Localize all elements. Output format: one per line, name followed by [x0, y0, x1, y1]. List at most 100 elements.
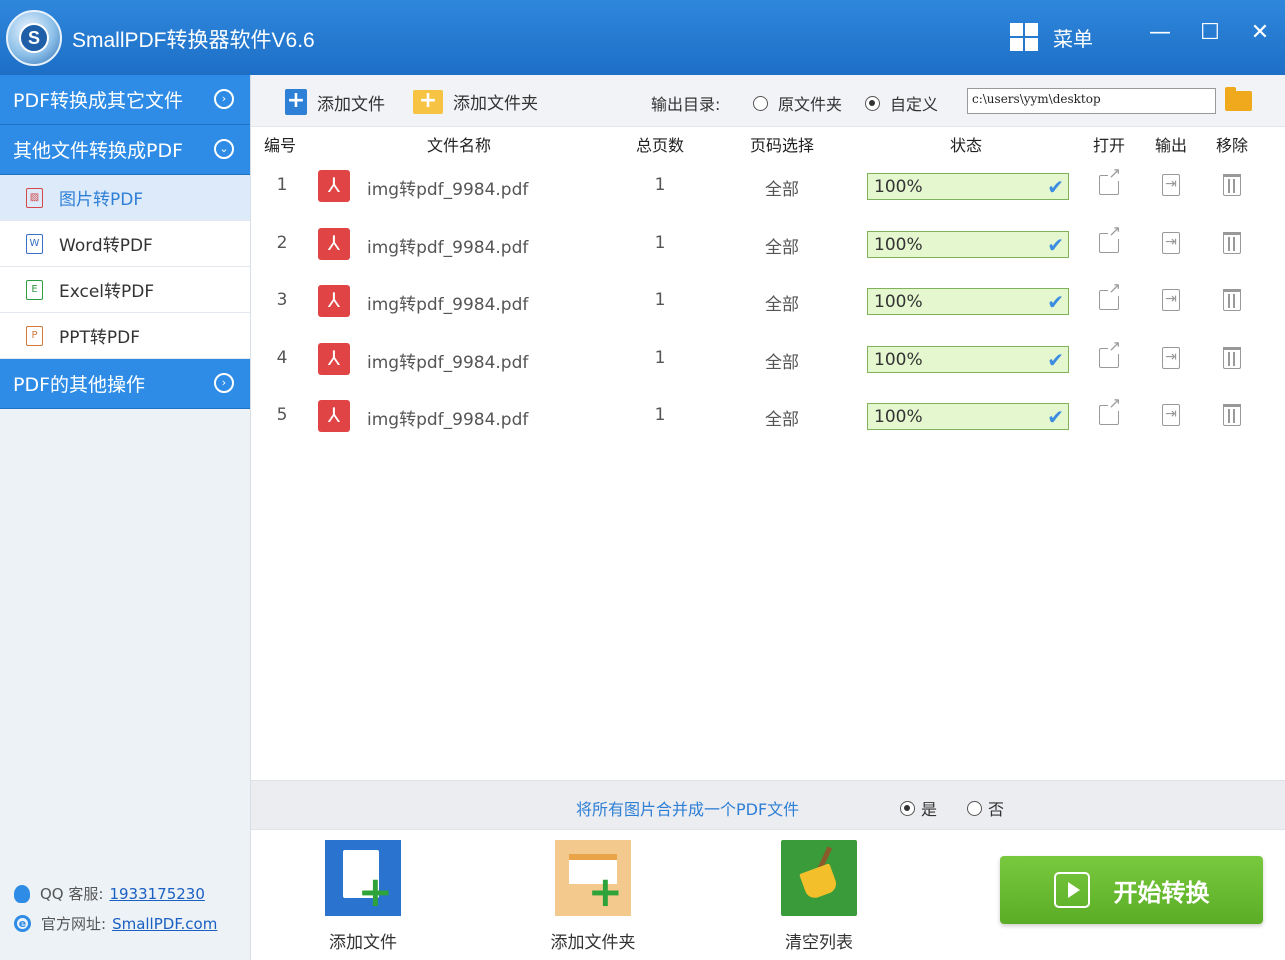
sidebar-section-label: 其他文件转换成PDF — [13, 140, 184, 162]
trash-icon[interactable] — [1223, 174, 1241, 196]
menu-button[interactable]: 菜单 — [1010, 20, 1093, 54]
sidebar-section-pdf-other-ops[interactable]: PDF的其他操作 › — [0, 359, 250, 409]
row-page-range[interactable]: 全部 — [765, 290, 799, 315]
maximize-button[interactable]: ☐ — [1195, 18, 1225, 48]
export-icon[interactable]: ⇥ — [1162, 346, 1180, 369]
header-range: 页码选择 — [749, 136, 815, 155]
minimize-button[interactable]: — — [1145, 18, 1175, 48]
output-dir-label: 输出目录: — [651, 95, 721, 114]
radio-circle — [753, 95, 768, 111]
header-status: 状态 — [949, 136, 983, 155]
qq-number-link[interactable]: 1933175230 — [109, 885, 204, 903]
add-folder-button[interactable]: + 添加文件夹 — [413, 89, 538, 114]
row-page-range[interactable]: 全部 — [765, 175, 799, 200]
sidebar-section-label: PDF的其他操作 — [13, 374, 146, 396]
add-folder-icon: + — [413, 89, 443, 114]
trash-icon[interactable] — [1223, 289, 1241, 311]
row-progress-text: 100% — [874, 292, 923, 312]
trash-icon[interactable] — [1223, 346, 1241, 369]
add-file-icon: + — [325, 840, 401, 916]
merge-no-radio[interactable]: 否 — [967, 796, 1004, 820]
row-progress-bar: 100% ✔ — [867, 230, 1069, 258]
output-path-input[interactable]: c:\users\yym\desktop — [967, 88, 1216, 114]
row-number: 5 — [276, 405, 288, 425]
sidebar-item-excel-to-pdf[interactable]: E Excel转PDF — [0, 267, 250, 313]
export-icon[interactable]: ⇥ — [1162, 289, 1180, 311]
table-header: 编号 文件名称 总页数 页码选择 状态 打开 输出 移除 — [251, 127, 1285, 157]
output-custom-radio[interactable]: 自定义 — [865, 91, 938, 115]
word-file-icon: W — [26, 233, 43, 254]
add-folder-label: 添加文件夹 — [453, 94, 538, 114]
open-external-icon[interactable] — [1099, 223, 1121, 253]
excel-file-icon: E — [26, 279, 43, 300]
open-external-icon[interactable] — [1099, 338, 1121, 368]
sidebar-item-ppt-to-pdf[interactable]: P PPT转PDF — [0, 313, 250, 359]
row-page-count: 1 — [654, 347, 666, 368]
qq-support: QQ 客服: 1933175230 — [14, 883, 205, 904]
add-file-icon: + — [285, 88, 307, 115]
row-file-name: img转pdf_9984.pdf — [367, 410, 529, 430]
radio-circle-selected — [865, 95, 880, 111]
row-number: 4 — [276, 347, 288, 368]
sidebar-section-pdf-to-other[interactable]: PDF转换成其它文件 › — [0, 75, 250, 125]
row-progress-text: 100% — [874, 349, 923, 370]
export-icon[interactable]: ⇥ — [1162, 174, 1180, 196]
sidebar-section-other-to-pdf[interactable]: 其他文件转换成PDF ⌄ — [0, 125, 250, 175]
add-file-button[interactable]: + 添加文件 — [285, 89, 385, 115]
row-progress-text: 100% — [874, 407, 923, 427]
row-page-count: 1 — [654, 290, 666, 310]
table-row[interactable]: 4 ⅄ img转pdf_9984.pdf 1 全部 100% ✔ ⇥ — [251, 330, 1285, 387]
ppt-file-icon: P — [26, 325, 43, 346]
table-row[interactable]: 1 ⅄ img转pdf_9984.pdf 1 全部 100% ✔ ⇥ — [251, 157, 1285, 214]
trash-icon[interactable] — [1223, 404, 1241, 426]
pdf-file-icon: ⅄ — [318, 227, 350, 260]
open-external-icon[interactable] — [1099, 396, 1121, 425]
open-external-icon[interactable] — [1099, 166, 1121, 195]
pdf-file-icon: ⅄ — [318, 285, 350, 317]
open-external-icon[interactable] — [1099, 281, 1121, 310]
table-row[interactable]: 3 ⅄ img转pdf_9984.pdf 1 全部 100% ✔ ⇥ — [251, 272, 1285, 329]
bottom-add-folder-button[interactable]: + 添加文件夹 — [538, 840, 648, 953]
check-icon: ✔ — [1047, 232, 1064, 257]
table-row[interactable]: 5 ⅄ img转pdf_9984.pdf 1 全部 100% ✔ ⇥ — [251, 387, 1285, 444]
sidebar-item-label: Excel转PDF — [59, 282, 155, 302]
pdf-file-icon: ⅄ — [318, 170, 350, 202]
sidebar-item-label: PPT转PDF — [59, 328, 141, 348]
row-number: 1 — [276, 175, 288, 195]
bottom-add-file-button[interactable]: + 添加文件 — [308, 840, 418, 953]
pdf-file-icon: ⅄ — [318, 400, 350, 432]
trash-icon[interactable] — [1223, 231, 1241, 254]
sidebar-item-label: 图片转PDF — [59, 190, 144, 210]
app-title: SmallPDF转换器软件V6.6 — [72, 29, 315, 52]
radio-circle-selected — [900, 800, 915, 816]
row-page-range[interactable]: 全部 — [765, 405, 799, 430]
row-number: 3 — [276, 290, 288, 310]
row-page-range[interactable]: 全部 — [765, 348, 799, 373]
row-file-name: img转pdf_9984.pdf — [367, 180, 529, 200]
radio-label: 是 — [921, 800, 938, 819]
sidebar-item-word-to-pdf[interactable]: W Word转PDF — [0, 221, 250, 267]
row-progress-bar: 100% ✔ — [867, 345, 1069, 373]
row-progress-bar: 100% ✔ — [867, 403, 1069, 430]
sidebar-item-label: Word转PDF — [59, 236, 153, 256]
merge-yes-radio[interactable]: 是 — [900, 796, 937, 820]
start-convert-label: 开始转换 — [1113, 878, 1210, 907]
qq-icon — [14, 884, 30, 903]
close-button[interactable]: ✕ — [1245, 18, 1275, 48]
row-page-count: 1 — [654, 405, 666, 425]
clear-list-button[interactable]: 清空列表 — [764, 840, 874, 953]
start-convert-button[interactable]: 开始转换 — [1000, 856, 1263, 924]
radio-label: 原文件夹 — [778, 95, 843, 114]
row-file-name: img转pdf_9984.pdf — [367, 295, 529, 315]
bottom-add-folder-label: 添加文件夹 — [550, 933, 636, 953]
export-icon[interactable]: ⇥ — [1162, 404, 1180, 426]
row-page-range[interactable]: 全部 — [765, 233, 799, 258]
export-icon[interactable]: ⇥ — [1162, 231, 1180, 254]
site-link[interactable]: SmallPDF.com — [112, 915, 217, 933]
sidebar-item-image-to-pdf[interactable]: ▨ 图片转PDF — [0, 175, 250, 221]
merge-option-bar: 将所有图片合并成一个PDF文件 是 否 — [251, 780, 1285, 830]
output-original-radio[interactable]: 原文件夹 — [753, 91, 842, 115]
folder-browse-icon[interactable] — [1225, 87, 1252, 111]
table-row[interactable]: 2 ⅄ img转pdf_9984.pdf 1 全部 100% ✔ ⇥ — [251, 215, 1285, 272]
row-progress-bar: 100% ✔ — [867, 288, 1069, 315]
